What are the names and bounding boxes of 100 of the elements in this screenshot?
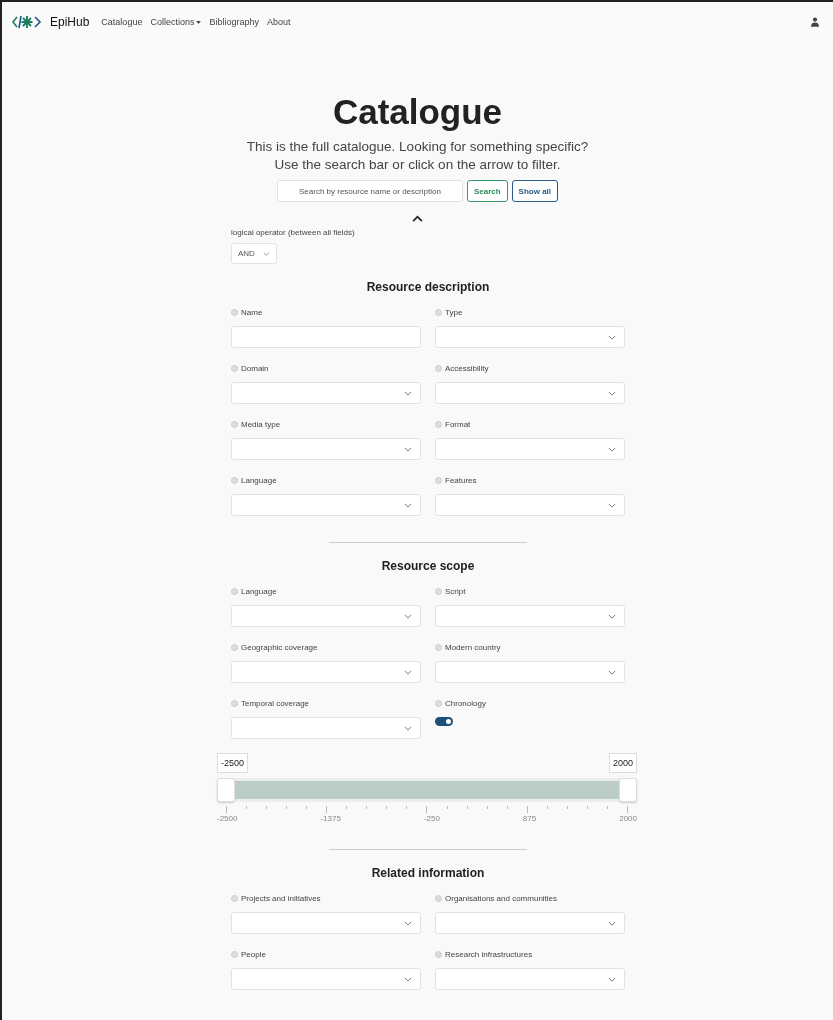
info-dot-icon — [435, 643, 442, 651]
chevron-down-icon — [608, 447, 616, 452]
select-field[interactable] — [435, 494, 625, 516]
select-field[interactable] — [231, 438, 421, 460]
operator-select[interactable]: AND — [231, 243, 277, 264]
chevron-down-icon — [404, 614, 412, 619]
search-field[interactable]: Search by resource name or description — [276, 180, 463, 202]
chevron-down-icon — [404, 726, 412, 731]
chevron-down-icon — [608, 335, 616, 340]
select-field[interactable] — [231, 605, 421, 627]
select-field[interactable] — [231, 717, 421, 739]
field-label: Language — [241, 586, 277, 596]
info-dot-icon — [231, 643, 238, 651]
select-field[interactable] — [435, 438, 625, 460]
field-label: Organisations and communities — [445, 893, 558, 903]
field-label: Language — [241, 475, 277, 485]
field-label: Geographic coverage — [241, 642, 318, 652]
field-label: Temporal coverage — [241, 698, 310, 708]
chevron-down-icon — [608, 977, 616, 982]
select-field[interactable] — [231, 968, 421, 990]
slider-handle[interactable] — [619, 778, 637, 802]
info-dot-icon — [435, 894, 442, 902]
field-label: Media type — [241, 419, 281, 429]
field-label: People — [241, 949, 266, 959]
chevron-down-icon — [608, 670, 616, 675]
info-dot-icon — [435, 308, 442, 316]
info-dot-icon — [231, 699, 238, 707]
info-dot-icon — [231, 476, 238, 484]
text-field[interactable] — [231, 326, 421, 348]
info-dot-icon — [231, 420, 238, 428]
nav-link[interactable]: Catalogue — [101, 17, 143, 27]
subtitle: Use the search bar or click on the arrow to filter. — [273, 156, 562, 174]
info-dot-icon — [435, 587, 442, 595]
chevron-down-icon — [404, 391, 412, 396]
select-field[interactable] — [435, 968, 625, 990]
chevron-up-icon[interactable] — [412, 215, 423, 222]
select-field[interactable] — [231, 661, 421, 683]
range-min-value: -2500 — [217, 753, 249, 773]
select-field[interactable] — [435, 912, 625, 934]
field-label: Type — [445, 307, 463, 317]
nav-link[interactable]: Bibliography — [209, 17, 259, 27]
field-label: logical operator (between all fields) — [231, 228, 356, 237]
select-field[interactable] — [435, 605, 625, 627]
field-label: Format — [445, 419, 471, 429]
chevron-down-icon — [608, 391, 616, 396]
section-title: Related information — [370, 866, 486, 880]
subtitle: This is the full catalogue. Looking for something specific? — [245, 138, 590, 156]
info-dot-icon — [231, 587, 238, 595]
chevron-down-icon — [608, 503, 616, 508]
chevron-down-icon — [404, 670, 412, 675]
info-dot-icon — [231, 308, 238, 316]
field-label: Chronology — [445, 698, 486, 708]
chevron-down-icon — [404, 921, 412, 926]
tick-label: -2500 — [217, 814, 238, 823]
info-dot-icon — [435, 476, 442, 484]
field-label: Research infrastructures — [445, 949, 533, 959]
select-field[interactable] — [231, 382, 421, 404]
tick-label: -250 — [423, 814, 440, 823]
field-label: Domain — [241, 363, 269, 373]
chevron-down-icon — [404, 977, 412, 982]
select-field[interactable] — [231, 912, 421, 934]
tick-label: 2000 — [619, 814, 637, 823]
section-title: Resource scope — [380, 559, 476, 573]
logo-icon[interactable] — [12, 14, 42, 30]
field-label: Features — [445, 475, 477, 485]
section-title: Resource description — [365, 280, 491, 294]
select-field[interactable] — [435, 661, 625, 683]
chevron-down-icon — [608, 614, 616, 619]
field-label: Name — [241, 307, 263, 317]
select-field[interactable] — [231, 494, 421, 516]
tick-label: -1375 — [320, 814, 341, 823]
info-dot-icon — [231, 950, 238, 958]
field-label: Accessibility — [445, 363, 489, 373]
field-label: Script — [445, 586, 466, 596]
chevron-down-icon — [262, 251, 270, 256]
user-icon[interactable] — [811, 17, 819, 27]
brand-name[interactable]: EpiHub — [50, 15, 90, 29]
select-field[interactable] — [435, 382, 625, 404]
page-title: Catalogue — [331, 92, 504, 132]
info-dot-icon — [435, 420, 442, 428]
show-all-button[interactable]: Show all — [511, 180, 559, 202]
caret-icon — [196, 21, 202, 25]
field-label: Projects and initiatives — [241, 893, 321, 903]
info-dot-icon — [231, 364, 238, 372]
range-max-value: 2000 — [608, 753, 637, 773]
tick-label: 875 — [522, 814, 537, 823]
chevron-down-icon — [608, 921, 616, 926]
chevron-down-icon — [404, 447, 412, 452]
info-dot-icon — [435, 950, 442, 958]
info-dot-icon — [231, 894, 238, 902]
nav-link[interactable]: Collections — [150, 17, 202, 27]
toggle-switch[interactable] — [435, 717, 453, 726]
select-field[interactable] — [435, 326, 625, 348]
info-dot-icon — [435, 364, 442, 372]
search-button[interactable]: Search — [466, 180, 508, 202]
field-label: Modern country — [445, 642, 501, 652]
chevron-down-icon — [404, 503, 412, 508]
slider-handle[interactable] — [217, 778, 235, 802]
nav-link[interactable]: About — [266, 17, 291, 27]
info-dot-icon — [435, 699, 442, 707]
